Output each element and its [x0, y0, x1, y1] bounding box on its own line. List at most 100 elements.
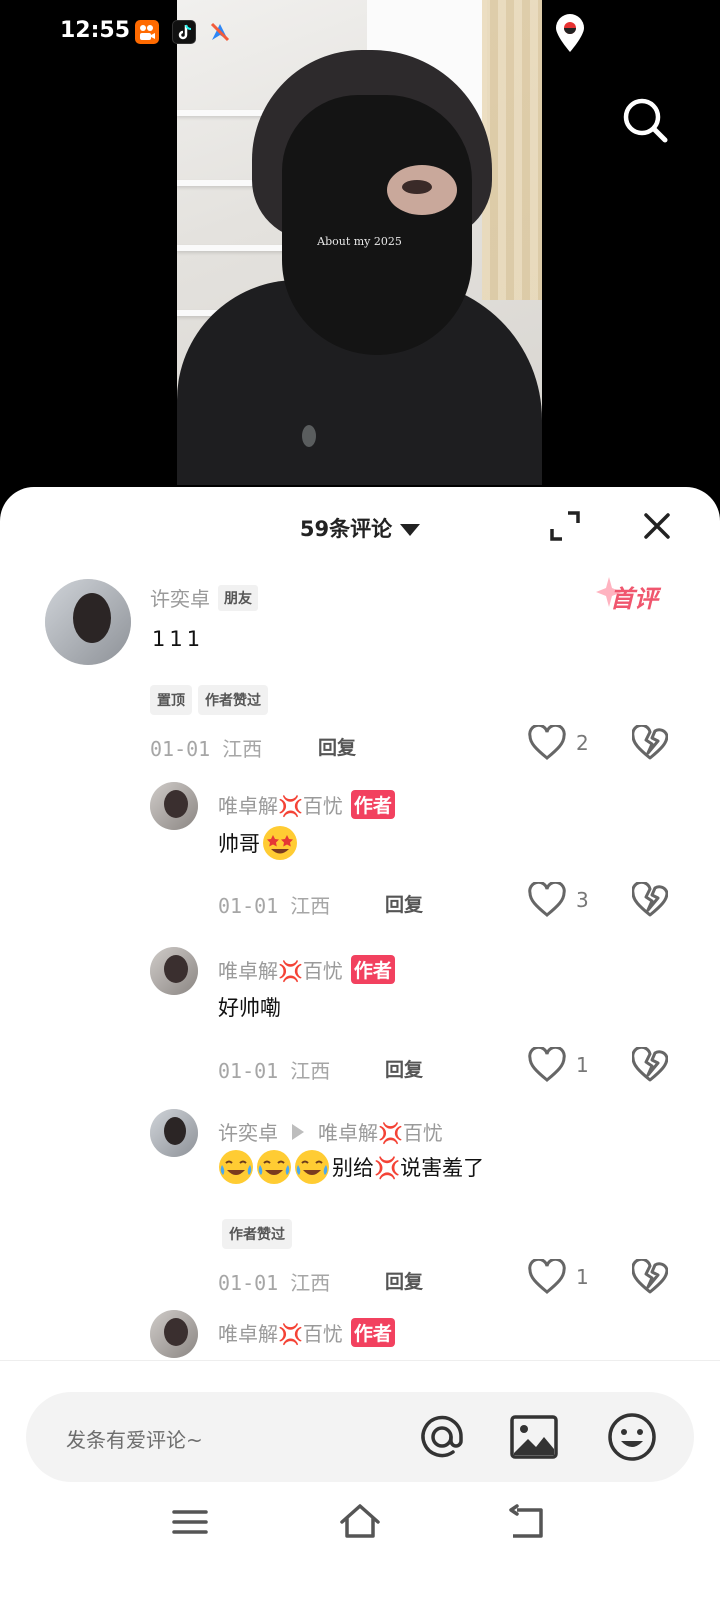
- like-button[interactable]: 2: [528, 725, 589, 761]
- explore-icon: [208, 20, 232, 44]
- comment-author[interactable]: 唯卓解💢百忧: [218, 790, 343, 819]
- comment-author[interactable]: 许奕卓: [218, 1117, 278, 1146]
- reply-item: 唯卓解💢百忧 作者 帅哥 01-01 江西 回复 3: [0, 782, 720, 932]
- pinned-pill: 置顶: [150, 685, 192, 715]
- author-tag: 作者: [350, 955, 395, 984]
- reply-arrow-icon: [292, 1123, 304, 1140]
- broken-heart-icon[interactable]: [631, 1045, 669, 1083]
- at-icon[interactable]: [414, 1409, 470, 1465]
- reply-to-author[interactable]: 唯卓解💢百忧: [318, 1117, 443, 1146]
- like-count: 1: [576, 1053, 589, 1077]
- reply-button[interactable]: 回复: [385, 1055, 423, 1082]
- comment-meta: 01-01 江西: [218, 894, 331, 918]
- comments-header: 59条评论: [0, 487, 720, 567]
- comment-author-line: 唯卓解💢百忧 作者: [218, 1318, 395, 1347]
- comment-text-label: 别给💢说害羞了: [332, 1156, 485, 1180]
- tiktok-icon: [172, 20, 196, 44]
- video-frame: About my 2025: [177, 0, 542, 485]
- avatar[interactable]: [150, 1109, 198, 1157]
- avatar-face: [164, 1117, 186, 1145]
- like-button[interactable]: 1: [528, 1047, 589, 1083]
- avatar[interactable]: [45, 579, 131, 665]
- comment-count-label: 59条评论: [299, 517, 393, 541]
- video-player[interactable]: About my 2025 12:55: [0, 0, 720, 500]
- menu-icon[interactable]: [168, 1500, 212, 1544]
- laughing-crying-emoji: [257, 1150, 291, 1184]
- comment-text-label: 帅哥: [218, 832, 260, 856]
- comment-author-line: 唯卓解💢百忧 作者: [218, 790, 395, 819]
- comment-meta: 01-01 江西: [218, 1271, 331, 1295]
- comment-pills: 置顶 作者赞过: [150, 685, 268, 715]
- avatar[interactable]: [150, 1310, 198, 1358]
- comment-pills: 作者赞过: [222, 1219, 292, 1249]
- comment-text: 好帅嘞: [218, 996, 281, 1020]
- heart-icon: [528, 1047, 566, 1082]
- avatar[interactable]: [150, 782, 198, 830]
- video-curtain: [482, 0, 542, 300]
- image-icon[interactable]: [506, 1409, 562, 1465]
- avatar-face: [164, 790, 188, 818]
- avatar-face: [164, 1318, 188, 1346]
- avatar[interactable]: [150, 947, 198, 995]
- avatar-face: [73, 593, 111, 643]
- location-pin-icon: [552, 14, 588, 54]
- comment-count-dropdown[interactable]: 59条评论: [0, 513, 720, 543]
- comment-list[interactable]: 许奕卓 朋友 首评 111 置顶 作者赞过 01-01 江西 回复 2 唯卓解💢…: [0, 567, 720, 1392]
- comment-item: 许奕卓 朋友 首评 111 置顶 作者赞过 01-01 江西 回复 2: [0, 575, 720, 775]
- friend-tag: 朋友: [218, 584, 258, 611]
- close-icon[interactable]: [640, 509, 674, 543]
- author-tag: 作者: [350, 790, 395, 819]
- comment-input-placeholder: 发条有爱评论~: [66, 1428, 203, 1452]
- reply-item: 许奕卓 唯卓解💢百忧 别给💢说害羞了 作者赞过 01-01 江西 回复 1: [0, 1109, 720, 1309]
- expand-icon[interactable]: [548, 509, 582, 543]
- comment-input[interactable]: 发条有爱评论~: [26, 1392, 694, 1482]
- reply-button[interactable]: 回复: [385, 890, 423, 917]
- like-count: 3: [576, 888, 589, 912]
- reply-button[interactable]: 回复: [385, 1267, 423, 1294]
- comment-text: 帅哥: [218, 825, 298, 861]
- like-count: 1: [576, 1265, 589, 1289]
- author-tag: 作者: [350, 1318, 395, 1347]
- first-comment-badge: 首评: [596, 575, 668, 615]
- video-caption: About my 2025: [317, 235, 402, 248]
- like-button[interactable]: 1: [528, 1259, 589, 1295]
- comment-meta: 01-01 江西: [218, 1059, 331, 1083]
- video-person-eye: [402, 180, 432, 194]
- comment-text: 别给💢说害羞了: [218, 1149, 484, 1185]
- reply-button[interactable]: 回复: [318, 733, 356, 760]
- star-struck-emoji: [263, 826, 297, 860]
- home-icon[interactable]: [338, 1500, 382, 1544]
- heart-icon: [528, 725, 566, 760]
- laughing-crying-emoji: [295, 1150, 329, 1184]
- kuaishou-icon: [135, 20, 159, 44]
- comment-author[interactable]: 唯卓解💢百忧: [218, 955, 343, 984]
- caret-down-icon: [400, 524, 421, 536]
- comment-author-line: 许奕卓 朋友: [150, 583, 258, 612]
- comment-meta: 01-01 江西: [150, 737, 263, 761]
- comment-author-line: 许奕卓 唯卓解💢百忧: [218, 1117, 443, 1146]
- comment-author[interactable]: 许奕卓: [150, 583, 210, 612]
- like-button[interactable]: 3: [528, 882, 589, 918]
- comment-author-line: 唯卓解💢百忧 作者: [218, 955, 395, 984]
- video-coat-button: [302, 425, 316, 447]
- search-icon[interactable]: [620, 95, 670, 145]
- reply-item: 唯卓解💢百忧 作者 好帅嘞 01-01 江西 回复 1: [0, 947, 720, 1097]
- avatar-face: [164, 955, 188, 983]
- first-comment-label: 首评: [610, 585, 658, 613]
- laughing-crying-emoji: [219, 1150, 253, 1184]
- broken-heart-icon[interactable]: [631, 1257, 669, 1295]
- broken-heart-icon[interactable]: [631, 880, 669, 918]
- emoji-icon[interactable]: [604, 1409, 660, 1465]
- comment-text: 111: [152, 627, 205, 651]
- video-person-mask: [282, 95, 472, 355]
- heart-icon: [528, 882, 566, 917]
- comments-sheet: 59条评论 许奕卓 朋友 首评 111 置顶 作者赞过 01-01 江西 回复 …: [0, 487, 720, 1600]
- back-icon[interactable]: [505, 1500, 549, 1544]
- comment-author[interactable]: 唯卓解💢百忧: [218, 1318, 343, 1347]
- status-time: 12:55: [60, 18, 131, 43]
- heart-icon: [528, 1259, 566, 1294]
- author-liked-pill: 作者赞过: [198, 685, 268, 715]
- like-count: 2: [576, 731, 589, 755]
- author-liked-pill: 作者赞过: [222, 1219, 292, 1249]
- broken-heart-icon[interactable]: [631, 723, 669, 761]
